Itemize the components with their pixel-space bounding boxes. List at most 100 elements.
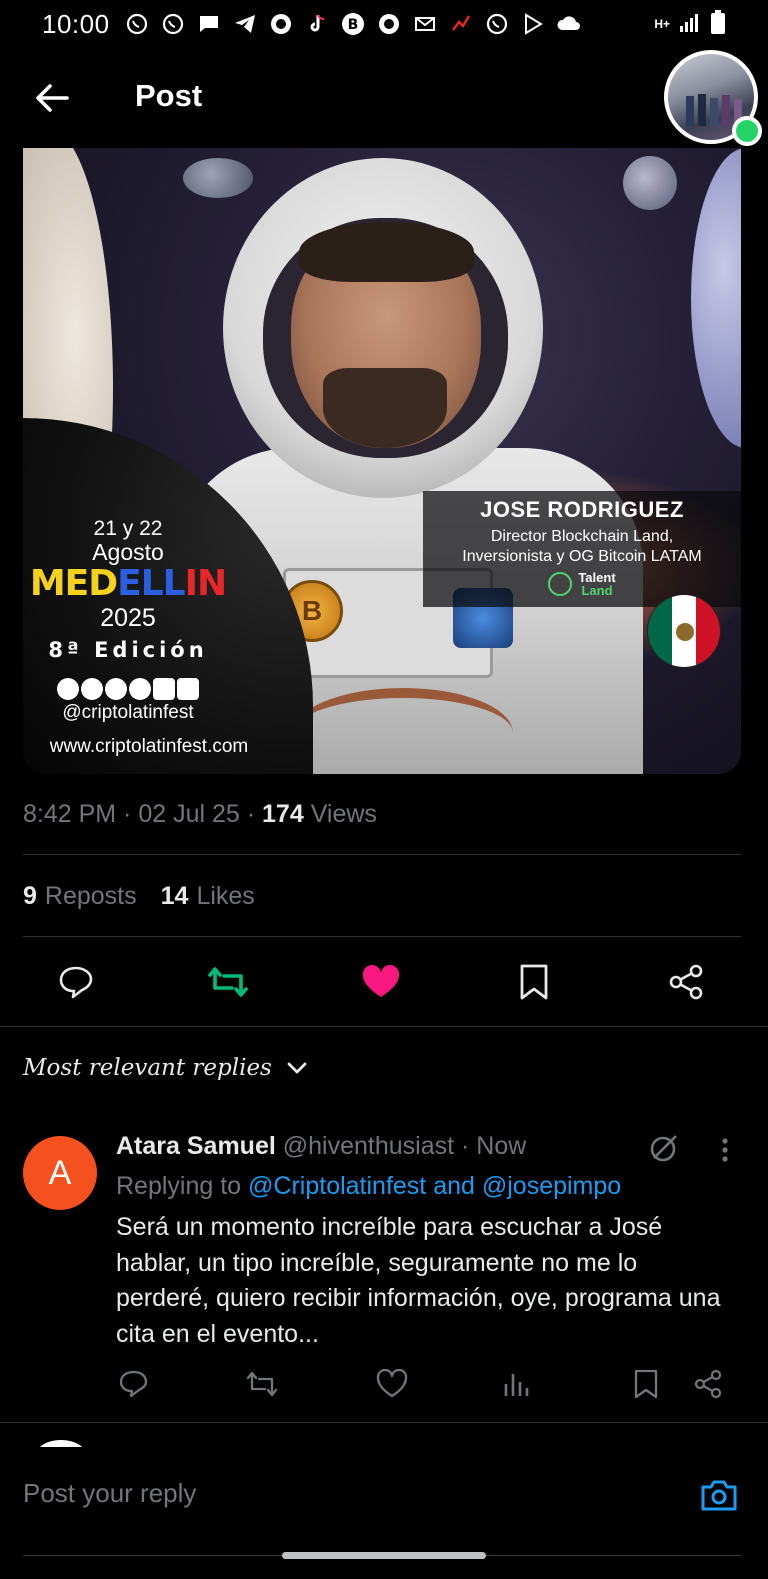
talent-land-bottom: Land bbox=[581, 583, 613, 598]
speaker-hair bbox=[299, 222, 474, 282]
planet-right bbox=[691, 148, 741, 448]
twitter-icon bbox=[177, 678, 199, 700]
share-icon bbox=[669, 964, 703, 1000]
bookmark-icon bbox=[634, 1369, 658, 1399]
event-month: Agosto bbox=[92, 539, 164, 565]
divider bbox=[0, 1026, 768, 1027]
speaker-role-line2: Inversionista y OG Bitcoin LATAM bbox=[462, 548, 702, 565]
post-date: 02 Jul 25 bbox=[138, 800, 240, 828]
network-type: H+ bbox=[654, 17, 670, 31]
event-city: MEDELLIN bbox=[23, 564, 233, 604]
event-info: 21 y 22 Agosto MEDELLIN 2025 8ª Edición … bbox=[23, 518, 233, 724]
youtube-icon bbox=[105, 678, 127, 700]
page-title: Post bbox=[135, 78, 203, 113]
replies-sort-dropdown[interactable]: Most relevant replies bbox=[23, 1055, 308, 1081]
gmail-icon bbox=[412, 11, 438, 37]
status-time: 10:00 bbox=[42, 8, 110, 39]
event-city-part3: IN bbox=[184, 563, 228, 604]
repost-icon bbox=[208, 967, 248, 997]
grok-button[interactable] bbox=[646, 1130, 682, 1166]
facebook-icon bbox=[129, 678, 151, 700]
tiktok-icon bbox=[304, 11, 330, 37]
bookmark-button[interactable] bbox=[512, 960, 556, 1004]
divider bbox=[0, 1422, 768, 1423]
reply-views-button[interactable] bbox=[496, 1364, 536, 1404]
reply-share-button[interactable] bbox=[688, 1364, 728, 1404]
post-stats: 9 Reposts 14 Likes bbox=[23, 882, 255, 911]
speaker-role-line1: Director Blockchain Land, bbox=[490, 528, 674, 545]
reply-item[interactable]: A Atara Samuel @hiventhusiast · Now Repl… bbox=[0, 1130, 768, 1420]
reply-author-name[interactable]: Atara Samuel bbox=[116, 1132, 276, 1160]
linkedin-icon bbox=[153, 678, 175, 700]
social-icons bbox=[23, 678, 233, 700]
reply-bookmark-button[interactable] bbox=[626, 1364, 666, 1404]
reply-like-button[interactable] bbox=[372, 1364, 412, 1404]
avatar[interactable]: A bbox=[23, 1136, 97, 1210]
play-icon bbox=[520, 11, 546, 37]
like-button[interactable] bbox=[359, 960, 403, 1004]
browser-icon bbox=[376, 11, 402, 37]
speaker-name: JOSE RODRIGUEZ bbox=[480, 497, 684, 522]
post-timestamp-views: 8:42 PM · 02 Jul 25 · 174 Views bbox=[23, 800, 377, 828]
event-website: www.criptolatinfest.com bbox=[49, 736, 249, 757]
divider bbox=[23, 936, 741, 937]
notification-icons: B bbox=[124, 11, 582, 37]
reply-text: Será un momento increíble para escuchar … bbox=[116, 1213, 721, 1348]
whatsapp-icon bbox=[160, 11, 186, 37]
back-button[interactable] bbox=[30, 76, 74, 120]
status-bar: 10:00 B H+ bbox=[0, 0, 768, 48]
more-options-button[interactable] bbox=[708, 1132, 742, 1168]
camera-icon bbox=[701, 1480, 737, 1511]
gesture-home-bar[interactable] bbox=[282, 1552, 486, 1559]
speaker-name-box: JOSE RODRIGUEZ Director Blockchain Land,… bbox=[423, 491, 741, 607]
likes-count: 14 bbox=[160, 882, 189, 910]
analytics-icon bbox=[504, 1374, 529, 1396]
reposts-stat[interactable]: 9 Reposts bbox=[23, 882, 137, 911]
likes-stat[interactable]: 14 Likes bbox=[161, 882, 255, 911]
camera-button[interactable] bbox=[698, 1475, 740, 1515]
reply-separator: · bbox=[461, 1132, 470, 1160]
bitcoin-icon: B bbox=[340, 11, 366, 37]
reply-button[interactable] bbox=[54, 960, 98, 1004]
suit-hoses bbox=[293, 688, 513, 774]
replies-sort-label: Most relevant replies bbox=[23, 1055, 272, 1081]
bookmark-icon bbox=[520, 964, 548, 1000]
speaker-beard bbox=[323, 368, 447, 448]
repost-button[interactable] bbox=[206, 960, 250, 1004]
reply-reply-button[interactable] bbox=[114, 1364, 154, 1404]
repost-icon bbox=[246, 1371, 278, 1397]
signal-icon bbox=[678, 11, 702, 38]
system-status: H+ bbox=[654, 9, 726, 40]
cloud-icon bbox=[556, 11, 582, 37]
heart-icon bbox=[376, 1369, 408, 1398]
replying-to-links[interactable]: @Criptolatinfest and @josepimpo bbox=[248, 1172, 621, 1200]
likes-label: Likes bbox=[196, 882, 255, 910]
moon-mid bbox=[623, 156, 677, 210]
next-reply-peek bbox=[0, 1424, 768, 1448]
event-dates: 21 y 22 bbox=[93, 517, 163, 540]
reposts-label: Reposts bbox=[44, 882, 137, 910]
whatsapp-badge-icon bbox=[732, 116, 762, 146]
browser-icon bbox=[268, 11, 294, 37]
reply-composer bbox=[0, 1447, 768, 1579]
post-image[interactable]: B 21 y 22 Agosto MEDELLIN 2025 8ª Edició… bbox=[23, 148, 741, 774]
reply-action-bar bbox=[0, 1364, 768, 1408]
grok-icon bbox=[650, 1135, 677, 1162]
whatsapp-icon bbox=[484, 11, 510, 37]
views-count: 174 bbox=[262, 800, 304, 828]
moon-small bbox=[183, 158, 253, 198]
mexico-flag-icon bbox=[647, 594, 721, 668]
top-app-bar: Post bbox=[0, 48, 768, 148]
reply-repost-button[interactable] bbox=[242, 1364, 282, 1404]
reply-author-handle: @hiventhusiast bbox=[282, 1132, 455, 1160]
event-city-part1: MED bbox=[29, 563, 118, 604]
heart-filled-icon bbox=[362, 964, 400, 997]
svg-text:B: B bbox=[347, 17, 358, 33]
telegram-icon bbox=[232, 11, 258, 37]
event-year: 2025 bbox=[100, 604, 156, 632]
reposts-count: 9 bbox=[23, 882, 37, 910]
more-vertical-icon bbox=[722, 1138, 728, 1162]
share-button[interactable] bbox=[664, 960, 708, 1004]
flag-emblem bbox=[676, 623, 694, 641]
reply-input[interactable] bbox=[23, 1471, 663, 1515]
